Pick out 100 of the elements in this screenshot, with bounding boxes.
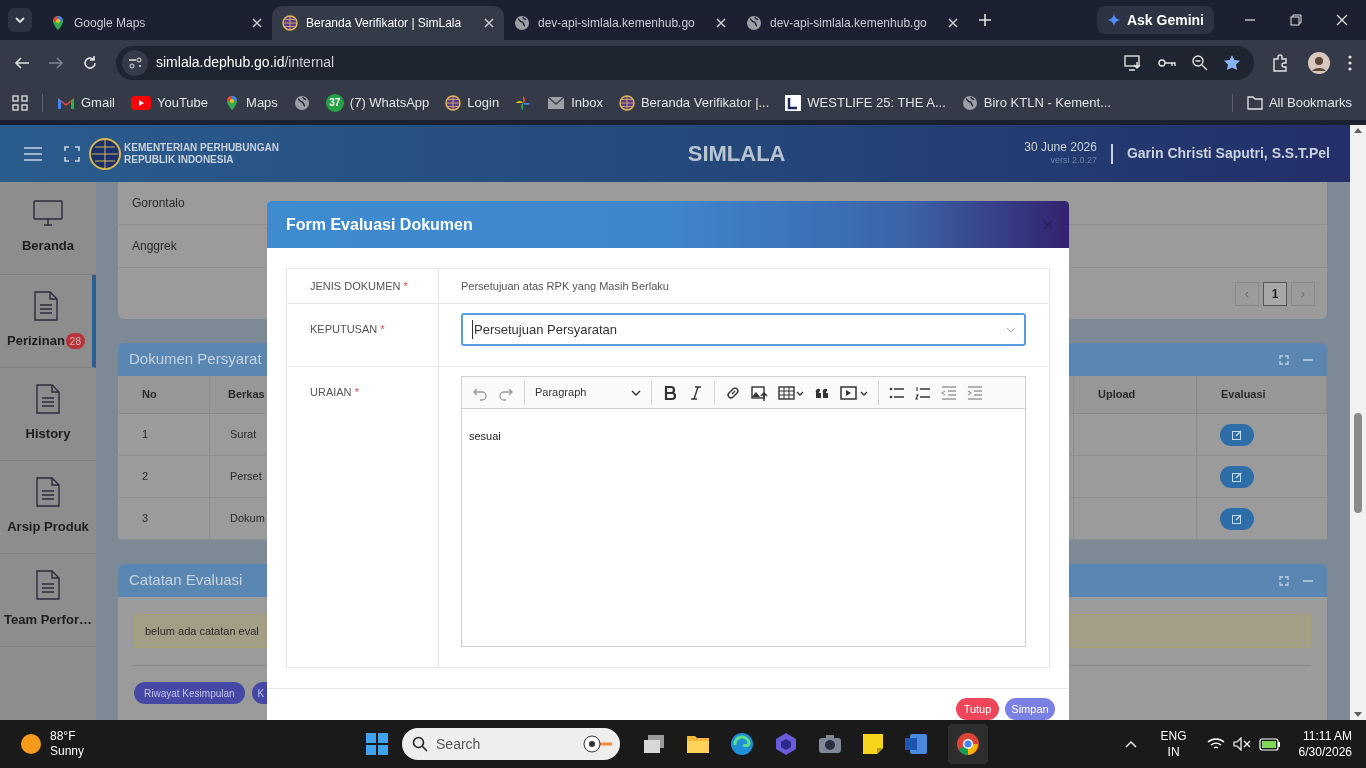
bookmark[interactable]: Biro KTLN - Kement... [961,92,1111,113]
block-format-dropdown[interactable]: Paragraph [535,384,641,401]
table-cell-text: 2 [142,469,149,485]
zoom-icon[interactable] [1192,54,1208,71]
scrollbar-thumb[interactable] [1354,413,1362,513]
browser-tab[interactable]: dev-api-simlala.kemenhub.go [736,6,968,40]
url-text: simlala.dephub.go.id/internal [156,53,335,72]
count-badge: 28 [65,333,85,349]
numbered-list-icon[interactable] [915,384,931,401]
browser-tab[interactable]: Beranda Verifikator | SimLala [272,6,504,40]
edit-button[interactable] [1220,423,1254,446]
edit-icon [1232,513,1242,524]
clock[interactable]: 11:11 AM 6/30/2026 [1298,728,1352,760]
bookmark[interactable]: Gmail [57,92,115,113]
bold-icon[interactable] [662,384,678,401]
bookmark[interactable]: Maps [224,92,278,113]
ministry-name: REPUBLIK INDONESIA [124,153,235,166]
monitor-icon [33,200,63,227]
globe-emblem-icon [445,94,462,111]
table-cell-text: Anggrek [132,238,177,255]
install-icon[interactable] [1124,54,1142,71]
bookmark[interactable]: Inbox [547,92,603,113]
forward-icon[interactable] [48,54,64,71]
start-icon[interactable] [366,733,389,755]
search-icon [412,736,429,752]
table-cell-text: Gorontalo [132,195,185,212]
task-view-icon[interactable] [642,733,667,755]
browser-tab[interactable]: Google Maps [40,6,272,40]
camera-icon[interactable] [818,734,843,754]
ministry-name: KEMENTERIAN PERHUBUNGAN [124,141,279,154]
edit-button[interactable] [1220,507,1254,530]
insert-table-icon[interactable] [778,384,804,401]
weather-widget[interactable]: 88°F Sunny [20,729,85,759]
globe-bookmark-icon[interactable] [293,94,310,111]
battery-charging-icon[interactable] [1258,737,1281,751]
star-icon[interactable] [1224,54,1240,71]
bookmark[interactable]: YouTube [130,92,209,113]
document-icon [36,570,60,601]
restore-icon[interactable] [1290,14,1302,26]
close-button[interactable]: Tutup [956,698,999,720]
insert-media-icon[interactable] [840,384,868,401]
all-bookmarks-button[interactable]: All Bookmarks [1246,92,1352,113]
app-title: SIMLALA [687,140,786,168]
chrome-app-button[interactable] [948,724,989,764]
ask-gemini-button[interactable]: Ask Gemini [1096,6,1214,34]
sticky-notes-icon[interactable] [862,733,885,755]
wifi-icon[interactable] [1206,737,1225,751]
extensions-icon[interactable] [1272,53,1290,72]
hexagon-app-icon[interactable] [774,732,799,756]
apps-icon[interactable] [12,94,28,111]
document-icon [34,291,58,322]
muted-speaker-icon[interactable] [1232,737,1251,751]
bookmark[interactable]: Beranda Verifikator |... [618,92,770,113]
edit-button[interactable] [1220,465,1254,488]
bookmark[interactable]: 37 (7) WhatsApp [325,92,430,113]
map-pin-icon [50,15,66,31]
document-icon [36,384,60,415]
pinwheel-bookmark-icon[interactable] [515,94,532,111]
browser-tab[interactable]: dev-api-simlala.kemenhub.go [504,6,736,40]
scroll-down-icon[interactable] [1354,712,1362,718]
edge-browser-icon[interactable] [730,732,755,756]
insert-image-icon[interactable] [751,384,768,401]
decision-select[interactable]: Persetujuan Persyaratan [461,313,1026,346]
envelope-icon [547,95,566,110]
show-hidden-icons-icon[interactable] [1124,740,1137,748]
new-tab-icon[interactable] [978,13,992,27]
scroll-up-icon[interactable] [1354,127,1362,133]
chevron-down-icon [631,389,641,396]
reload-icon[interactable] [82,54,98,71]
address-bar[interactable]: simlala.dephub.go.id/internal [116,45,1254,80]
document-icon [36,477,60,508]
globe-emblem-icon [282,15,298,31]
back-icon[interactable] [14,54,30,71]
italic-icon[interactable] [688,384,704,401]
folder-icon [1246,95,1263,110]
user-name[interactable]: Garin Christi Saputri, S.S.T.Pel [1126,143,1330,164]
search-field[interactable]: Search [402,728,621,760]
bookmark[interactable]: WESTLIFE 25: THE A... [785,92,946,113]
globe-icon [514,15,530,31]
bookmark[interactable]: Login [445,92,500,113]
field-label: KEPUTUSAN * [310,323,385,335]
table-cell-text: Dokum [230,511,265,527]
globe-emblem-icon [618,94,635,111]
ministry-emblem-icon [88,136,122,171]
menu-icon[interactable] [24,146,42,161]
site-info-icon[interactable] [122,49,148,76]
page-button[interactable]: 1 [1263,281,1287,306]
envelope-icon [57,95,75,110]
key-icon[interactable] [1158,56,1176,69]
fullscreen-icon[interactable] [64,145,80,162]
avatar-icon[interactable] [1308,51,1330,74]
tab-search-icon[interactable] [8,8,32,32]
more-menu-icon[interactable] [1348,54,1352,71]
column-header: Upload [1098,387,1136,403]
column-header: Berkas [228,387,265,403]
file-explorer-icon[interactable] [686,733,711,755]
field-value: Persetujuan atas RPK yang Masih Berlaku [461,278,669,294]
table-cell-text: 1 [142,427,149,443]
history-button[interactable]: Riwayat Kesimpulan [134,682,245,704]
language-indicator[interactable]: ENG IN [1160,728,1187,760]
